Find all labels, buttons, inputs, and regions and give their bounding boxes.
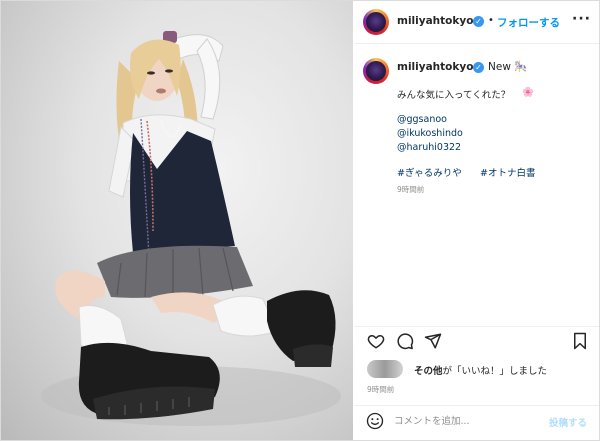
- post-timestamp: 9時間前: [367, 385, 395, 394]
- hashtag-link[interactable]: #ぎゃるみりや: [397, 165, 462, 179]
- heart-icon[interactable]: [367, 332, 385, 350]
- comment-input[interactable]: [394, 409, 544, 433]
- photo-illustration: [41, 31, 341, 426]
- mention-link[interactable]: @ggsanoo: [397, 114, 447, 125]
- caption-timestamp: 9時間前: [397, 185, 425, 194]
- actions-divider: [354, 326, 599, 328]
- caption-username[interactable]: miliyahtokyo: [397, 61, 473, 73]
- caption-line-1: みんな気に入ってくれた？: [397, 90, 511, 101]
- post-comment-button[interactable]: 投稿する: [549, 415, 587, 429]
- follow-button[interactable]: フォローする: [497, 15, 560, 30]
- post-photo[interactable]: [1, 1, 353, 440]
- avatar[interactable]: [363, 9, 389, 35]
- separator-dot: •: [488, 15, 494, 26]
- mention-link[interactable]: @ikukoshindo: [397, 128, 463, 139]
- likes-text: が「いいね！」しました: [442, 366, 548, 377]
- more-options-icon[interactable]: ···: [572, 11, 591, 27]
- smiley-icon[interactable]: [366, 412, 384, 430]
- hashtag-link[interactable]: #オトナ白書: [480, 165, 535, 179]
- likers-avatars[interactable]: [367, 360, 403, 378]
- flower-emoji-icon: 🌸: [522, 87, 534, 98]
- caption-badge: New: [488, 61, 511, 73]
- username[interactable]: miliyahtokyo: [397, 15, 473, 27]
- share-icon[interactable]: [424, 332, 442, 350]
- post-sidebar: miliyahtokyo ✓ • フォローする ··· miliyahtokyo…: [354, 1, 599, 440]
- comment-icon[interactable]: [396, 332, 414, 350]
- bookmark-icon[interactable]: [572, 332, 588, 350]
- carousel-emoji-icon: 🎠: [514, 61, 528, 73]
- verified-badge-icon: ✓: [473, 16, 484, 27]
- likes-others-link[interactable]: その他: [414, 366, 443, 377]
- post-window: miliyahtokyo ✓ • フォローする ··· miliyahtokyo…: [0, 0, 600, 441]
- caption-avatar[interactable]: [363, 58, 389, 84]
- caption-verified-icon: ✓: [473, 62, 484, 73]
- mention-link[interactable]: @haruhi0322: [397, 142, 461, 153]
- likes-summary: その他が「いいね！」しました: [414, 363, 547, 377]
